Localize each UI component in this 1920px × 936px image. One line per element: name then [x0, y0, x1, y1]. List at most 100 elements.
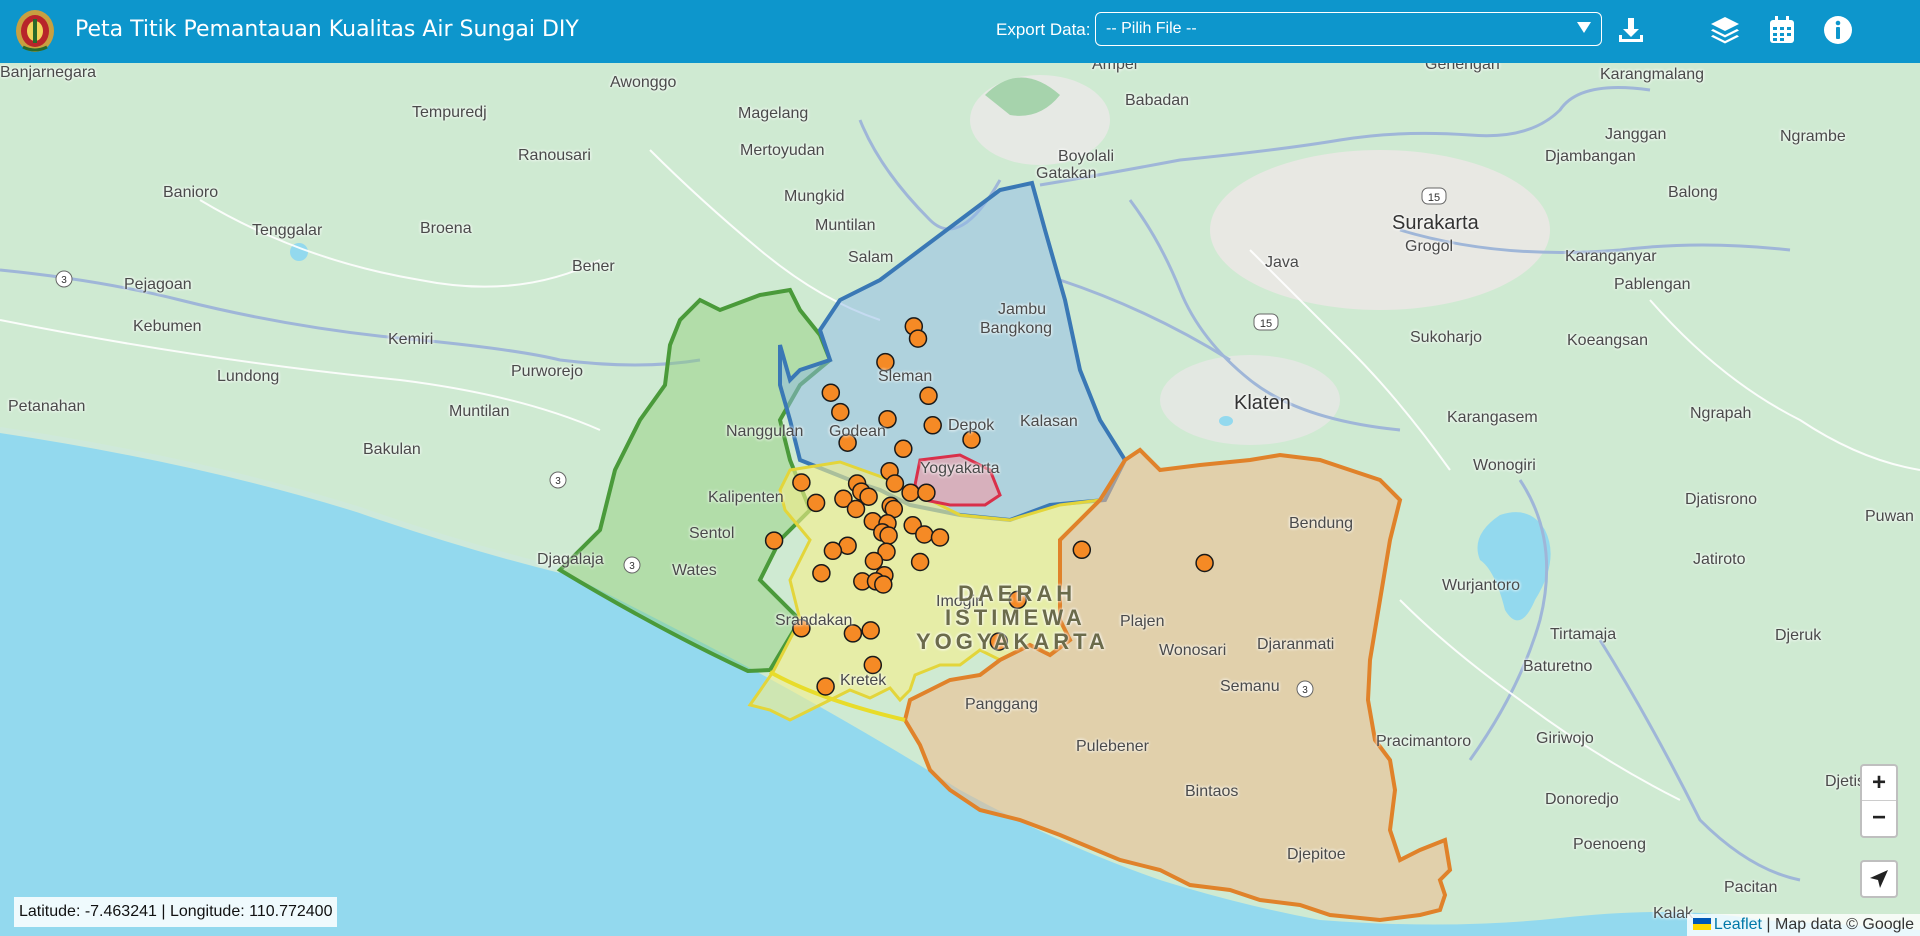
place-label: Bangkong — [980, 320, 1053, 337]
place-label: Java — [1265, 254, 1299, 271]
monitoring-station-marker[interactable] — [910, 552, 930, 572]
map-attribution: Leaflet | Map data © Google — [1686, 914, 1920, 936]
place-label: Mungkid — [784, 188, 845, 205]
place-label: Jambu — [998, 301, 1047, 318]
place-label: Plajen — [1120, 613, 1165, 630]
place-label: Koeangsan — [1567, 332, 1648, 349]
place-label: Karangasem — [1447, 409, 1538, 426]
place-label: Donoredjo — [1545, 791, 1619, 808]
place-label: Kalipenten — [708, 489, 784, 506]
highway-3-shield-text: 3 — [1302, 685, 1308, 696]
monitoring-station-marker[interactable] — [806, 493, 826, 513]
monitoring-station-marker[interactable] — [901, 483, 920, 502]
place-label: Wonogiri — [1473, 457, 1536, 474]
place-label: Godean — [829, 423, 886, 440]
place-label: Bener — [572, 258, 615, 275]
monitoring-station-marker[interactable] — [879, 526, 898, 545]
place-label: Ngrapah — [1690, 405, 1752, 422]
place-label: Depok — [948, 417, 995, 434]
place-label: Poenoeng — [1573, 836, 1646, 853]
region-label-yogyakarta: YOGYAKARTA — [916, 629, 1109, 654]
place-label: Banjarnegara — [0, 64, 97, 81]
place-label: Ngrambe — [1780, 128, 1846, 145]
monitoring-station-marker[interactable] — [831, 402, 850, 422]
place-label: Wurjantoro — [1442, 577, 1520, 594]
place-label: Kretek — [840, 672, 887, 689]
export-file-select[interactable]: -- Pilih File -- — [1095, 12, 1602, 46]
locate-me-button[interactable] — [1860, 860, 1898, 898]
place-label: Jatiroto — [1693, 551, 1746, 568]
monitoring-station-marker[interactable] — [1072, 540, 1092, 560]
place-label: Banioro — [163, 184, 219, 201]
monitoring-station-marker[interactable] — [894, 439, 913, 459]
place-label: Pablengan — [1614, 276, 1691, 293]
place-label: Djeruk — [1775, 627, 1822, 644]
monitoring-station-marker[interactable] — [812, 563, 831, 583]
place-label: Kemiri — [388, 331, 434, 348]
place-label: Djaranmati — [1257, 636, 1335, 653]
layers-icon[interactable] — [1709, 14, 1741, 46]
monitoring-station-marker[interactable] — [908, 329, 928, 348]
map-data-credit: | Map data © Google — [1761, 916, 1914, 933]
place-label: Klaten — [1234, 392, 1291, 414]
monitoring-station-marker[interactable] — [923, 416, 942, 435]
map-canvas[interactable]: 15 15 3 3 3 3 Banjarnegara Awonggo Ampel Ge… — [0, 56, 1920, 936]
place-label: Magelang — [738, 105, 809, 122]
monitoring-station-marker[interactable] — [823, 541, 843, 561]
place-label: Pacitan — [1724, 879, 1778, 896]
place-label: Tenggalar — [252, 222, 323, 239]
place-label: Grogol — [1405, 238, 1454, 255]
place-label: Petanahan — [8, 398, 86, 415]
monitoring-station-marker[interactable] — [917, 483, 936, 502]
place-label: Kebumen — [133, 318, 202, 335]
monitoring-station-marker[interactable] — [821, 383, 841, 402]
highway-15-shield-text: 15 — [1428, 192, 1440, 204]
place-label: Mertoyudan — [740, 142, 825, 159]
place-label: Panggang — [965, 696, 1038, 713]
place-label: Janggan — [1605, 126, 1667, 143]
place-label: Surakarta — [1392, 212, 1479, 234]
place-label: Djambangan — [1545, 148, 1636, 165]
monitoring-station-marker[interactable] — [861, 621, 880, 640]
place-label: Boyolali — [1058, 148, 1115, 165]
highway-15-shield-text: 15 — [1260, 318, 1272, 330]
place-label: Karangmalang — [1600, 66, 1705, 83]
zoom-out-button[interactable]: − — [1862, 801, 1896, 836]
place-label: Yogyakarta — [920, 460, 1000, 477]
place-label: Giriwojo — [1536, 730, 1594, 747]
info-icon[interactable] — [1822, 14, 1854, 46]
monitoring-station-marker[interactable] — [816, 677, 835, 696]
monitoring-station-marker[interactable] — [864, 551, 884, 571]
export-file-select-value: -- Pilih File -- — [1106, 20, 1197, 37]
place-label: Tirtamaja — [1550, 626, 1617, 643]
place-label: Pulebener — [1076, 738, 1149, 755]
place-label: Wonosari — [1159, 642, 1227, 659]
place-label: Djagalaja — [537, 551, 604, 568]
monitoring-station-marker[interactable] — [874, 575, 893, 594]
export-data-label: Export Data: — [996, 20, 1091, 39]
page-title: Peta Titik Pemantauan Kualitas Air Sunga… — [75, 17, 579, 42]
monitoring-station-marker[interactable] — [792, 473, 811, 492]
monitoring-station-marker[interactable] — [1195, 553, 1214, 573]
zoom-in-button[interactable]: + — [1862, 766, 1896, 801]
place-label: Muntilan — [449, 403, 510, 420]
monitoring-station-marker[interactable] — [919, 386, 938, 406]
app-root: Peta Titik Pemantauan Kualitas Air Sunga… — [0, 0, 1920, 936]
highway-3-shield-text: 3 — [555, 476, 561, 487]
leaflet-link[interactable]: Leaflet — [1714, 916, 1762, 933]
monitoring-station-marker[interactable] — [764, 531, 784, 550]
place-label: Kalasan — [1020, 413, 1078, 430]
place-label: Balong — [1668, 184, 1718, 201]
monitoring-station-marker[interactable] — [885, 474, 905, 493]
monitoring-station-marker[interactable] — [915, 525, 934, 544]
calendar-icon[interactable] — [1766, 14, 1798, 46]
surakarta-urban-area — [1210, 150, 1550, 310]
place-label: Baturetno — [1523, 658, 1593, 675]
coordinate-readout: Latitude: -7.463241 | Longitude: 110.772… — [14, 897, 338, 927]
monitoring-station-marker[interactable] — [863, 655, 883, 675]
download-icon[interactable] — [1615, 14, 1647, 46]
monitoring-station-marker[interactable] — [846, 499, 866, 519]
place-label: Ranousari — [518, 147, 591, 164]
place-label: Bendung — [1289, 515, 1354, 532]
monitoring-station-marker[interactable] — [930, 528, 950, 547]
